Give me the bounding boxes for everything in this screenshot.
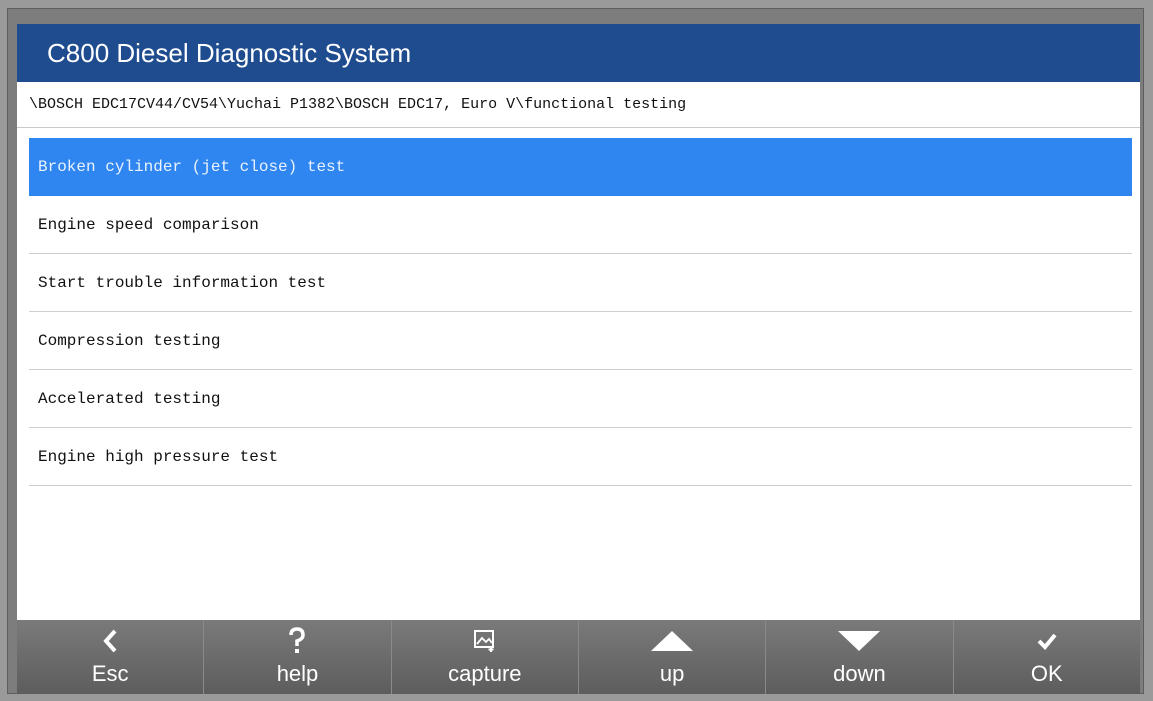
capture-icon	[392, 626, 578, 656]
esc-button-label: Esc	[91, 661, 129, 686]
triangle-up-icon	[579, 626, 765, 656]
down-button-label: down	[833, 661, 886, 686]
ok-button[interactable]: OK	[954, 620, 1140, 694]
triangle-down-icon	[766, 626, 952, 656]
down-button[interactable]: down	[766, 620, 954, 694]
list-item-accelerated-testing[interactable]: Accelerated testing	[29, 370, 1132, 428]
function-list: Broken cylinder (jet close) test Engine …	[29, 138, 1132, 486]
content-panel: \BOSCH EDC17CV44/CV54\Yuchai P1382\BOSCH…	[17, 82, 1140, 620]
up-button-label: up	[659, 661, 685, 686]
chevron-left-icon	[17, 626, 203, 656]
breadcrumb: \BOSCH EDC17CV44/CV54\Yuchai P1382\BOSCH…	[17, 82, 1140, 128]
list-item-compression-testing[interactable]: Compression testing	[29, 312, 1132, 370]
bottom-toolbar: Esc help capture up down OK	[17, 620, 1140, 694]
esc-button[interactable]: Esc	[17, 620, 205, 694]
app-title: C800 Diesel Diagnostic System	[17, 24, 1140, 82]
up-button[interactable]: up	[579, 620, 767, 694]
question-icon	[204, 626, 390, 656]
help-button-label: help	[276, 661, 319, 686]
list-item-broken-cylinder-test[interactable]: Broken cylinder (jet close) test	[29, 138, 1132, 196]
help-button[interactable]: help	[204, 620, 392, 694]
list-item-engine-high-pressure-test[interactable]: Engine high pressure test	[29, 428, 1132, 486]
list-item-start-trouble-information-test[interactable]: Start trouble information test	[29, 254, 1132, 312]
ok-button-label: OK	[1030, 661, 1063, 686]
checkmark-icon	[954, 626, 1140, 656]
capture-button[interactable]: capture	[392, 620, 579, 694]
list-item-engine-speed-comparison[interactable]: Engine speed comparison	[29, 196, 1132, 254]
capture-button-label: capture	[448, 661, 522, 686]
